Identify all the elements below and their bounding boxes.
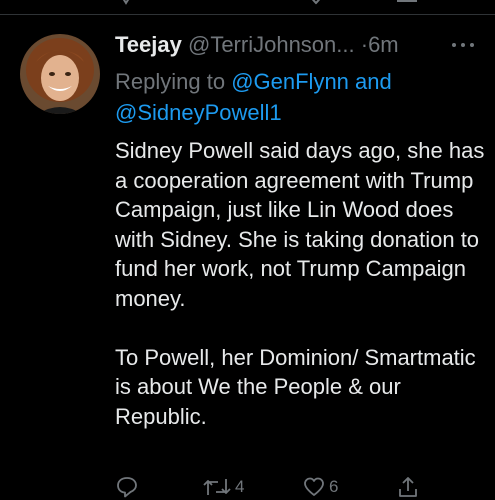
retweet-button[interactable]: 4 [203, 476, 244, 498]
display-name[interactable]: Teejay [115, 32, 182, 57]
reply-button[interactable] [116, 476, 138, 498]
reply-icon [117, 477, 137, 498]
tweet-paragraph-1: Sidney Powell said days ago, she has a c… [115, 138, 485, 311]
mention-sidneypowell[interactable]: @SidneyPowell1 [115, 100, 282, 125]
reply-icon[interactable] [117, 0, 135, 6]
retweet-icon[interactable] [230, 0, 256, 6]
tweet-timestamp[interactable]: 6m [368, 32, 399, 57]
tweet-actions: 4 6 [0, 476, 495, 500]
mention-conjunction[interactable]: and [355, 69, 392, 94]
retweet-icon [203, 479, 231, 495]
user-handle[interactable]: @TerriJohnson... [188, 32, 355, 57]
separator-dot: · [360, 32, 369, 57]
mention-genflynn[interactable]: @GenFlynn [231, 69, 349, 94]
tweet-divider [0, 14, 495, 15]
share-button[interactable] [397, 476, 419, 498]
more-options-icon[interactable] [452, 40, 476, 50]
tweet-text: Sidney Powell said days ago, she has a c… [115, 136, 490, 431]
like-count: 6 [329, 477, 339, 496]
share-icon [399, 477, 417, 497]
tweet-header: Teejay @TerriJohnson... ·6m [115, 32, 399, 58]
replying-to: Replying to @GenFlynn and @SidneyPowell1 [115, 66, 485, 128]
retweet-count: 4 [235, 477, 245, 496]
avatar[interactable] [20, 34, 100, 114]
like-icon [304, 477, 324, 496]
replying-to-label: Replying to [115, 69, 226, 94]
previous-tweet-actions [0, 0, 495, 6]
tweet-paragraph-2: To Powell, her Dominion/ Smartmatic is a… [115, 344, 476, 429]
share-icon[interactable] [396, 0, 418, 6]
like-button[interactable]: 6 [303, 476, 338, 498]
like-icon[interactable] [305, 0, 327, 6]
